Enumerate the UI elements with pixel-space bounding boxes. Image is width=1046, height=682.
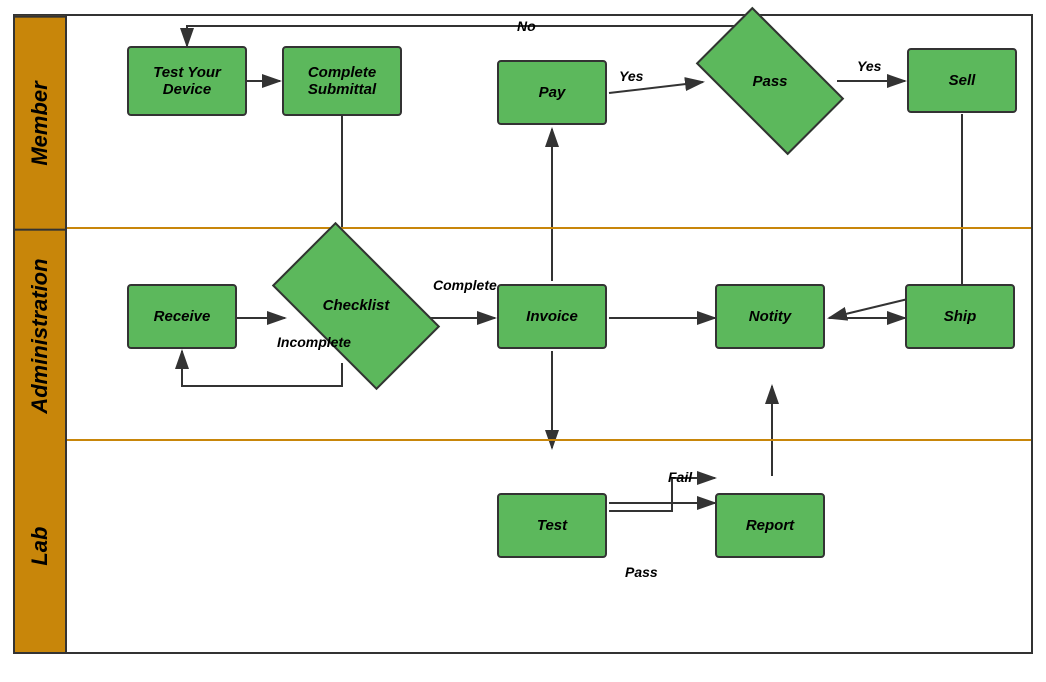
lane-label-administration: Administration bbox=[15, 229, 65, 442]
yes-pay-label: Yes bbox=[619, 68, 643, 84]
sell-box: Sell bbox=[907, 48, 1017, 113]
pass-diamond-label: Pass bbox=[752, 73, 787, 90]
report-label: Report bbox=[746, 517, 794, 534]
lane-lab: Test Report Fail Pass bbox=[67, 441, 1031, 652]
complete-submittal-box: CompleteSubmittal bbox=[282, 46, 402, 116]
receive-label: Receive bbox=[154, 308, 211, 325]
lane-label-lab: Lab bbox=[15, 441, 65, 652]
complete-submittal-label: CompleteSubmittal bbox=[308, 64, 376, 98]
pass-diamond: Pass bbox=[705, 41, 835, 121]
test-your-device-box: Test YourDevice bbox=[127, 46, 247, 116]
receive-box: Receive bbox=[127, 284, 237, 349]
invoice-box: Invoice bbox=[497, 284, 607, 349]
pay-label: Pay bbox=[539, 84, 566, 101]
test-label: Test bbox=[537, 517, 567, 534]
ship-label: Ship bbox=[944, 308, 977, 325]
sell-label: Sell bbox=[949, 72, 976, 89]
yes-pass-label: Yes bbox=[857, 58, 881, 74]
notify-box: Notity bbox=[715, 284, 825, 349]
pay-box: Pay bbox=[497, 60, 607, 125]
fail-label: Fail bbox=[668, 469, 692, 485]
pass-lab-label: Pass bbox=[625, 564, 658, 580]
notify-label: Notity bbox=[749, 308, 792, 325]
checklist-diamond-label: Checklist bbox=[323, 297, 390, 314]
lane-administration: Receive Checklist Invoice Notity Ship In… bbox=[67, 229, 1031, 442]
test-your-device-label: Test YourDevice bbox=[153, 64, 221, 98]
lane-labels: Member Administration Lab bbox=[15, 16, 67, 652]
incomplete-label: Incomplete bbox=[277, 334, 351, 350]
no-label: No bbox=[517, 18, 536, 34]
ship-box: Ship bbox=[905, 284, 1015, 349]
diagram-container: Member Administration Lab bbox=[13, 14, 1033, 654]
invoice-label: Invoice bbox=[526, 308, 578, 325]
lane-label-member: Member bbox=[15, 16, 65, 229]
test-box: Test bbox=[497, 493, 607, 558]
complete-label: Complete bbox=[433, 277, 497, 293]
lane-member: Test YourDevice CompleteSubmittal Pay Pa… bbox=[67, 16, 1031, 229]
report-box: Report bbox=[715, 493, 825, 558]
lanes-content: Test YourDevice CompleteSubmittal Pay Pa… bbox=[67, 16, 1031, 652]
